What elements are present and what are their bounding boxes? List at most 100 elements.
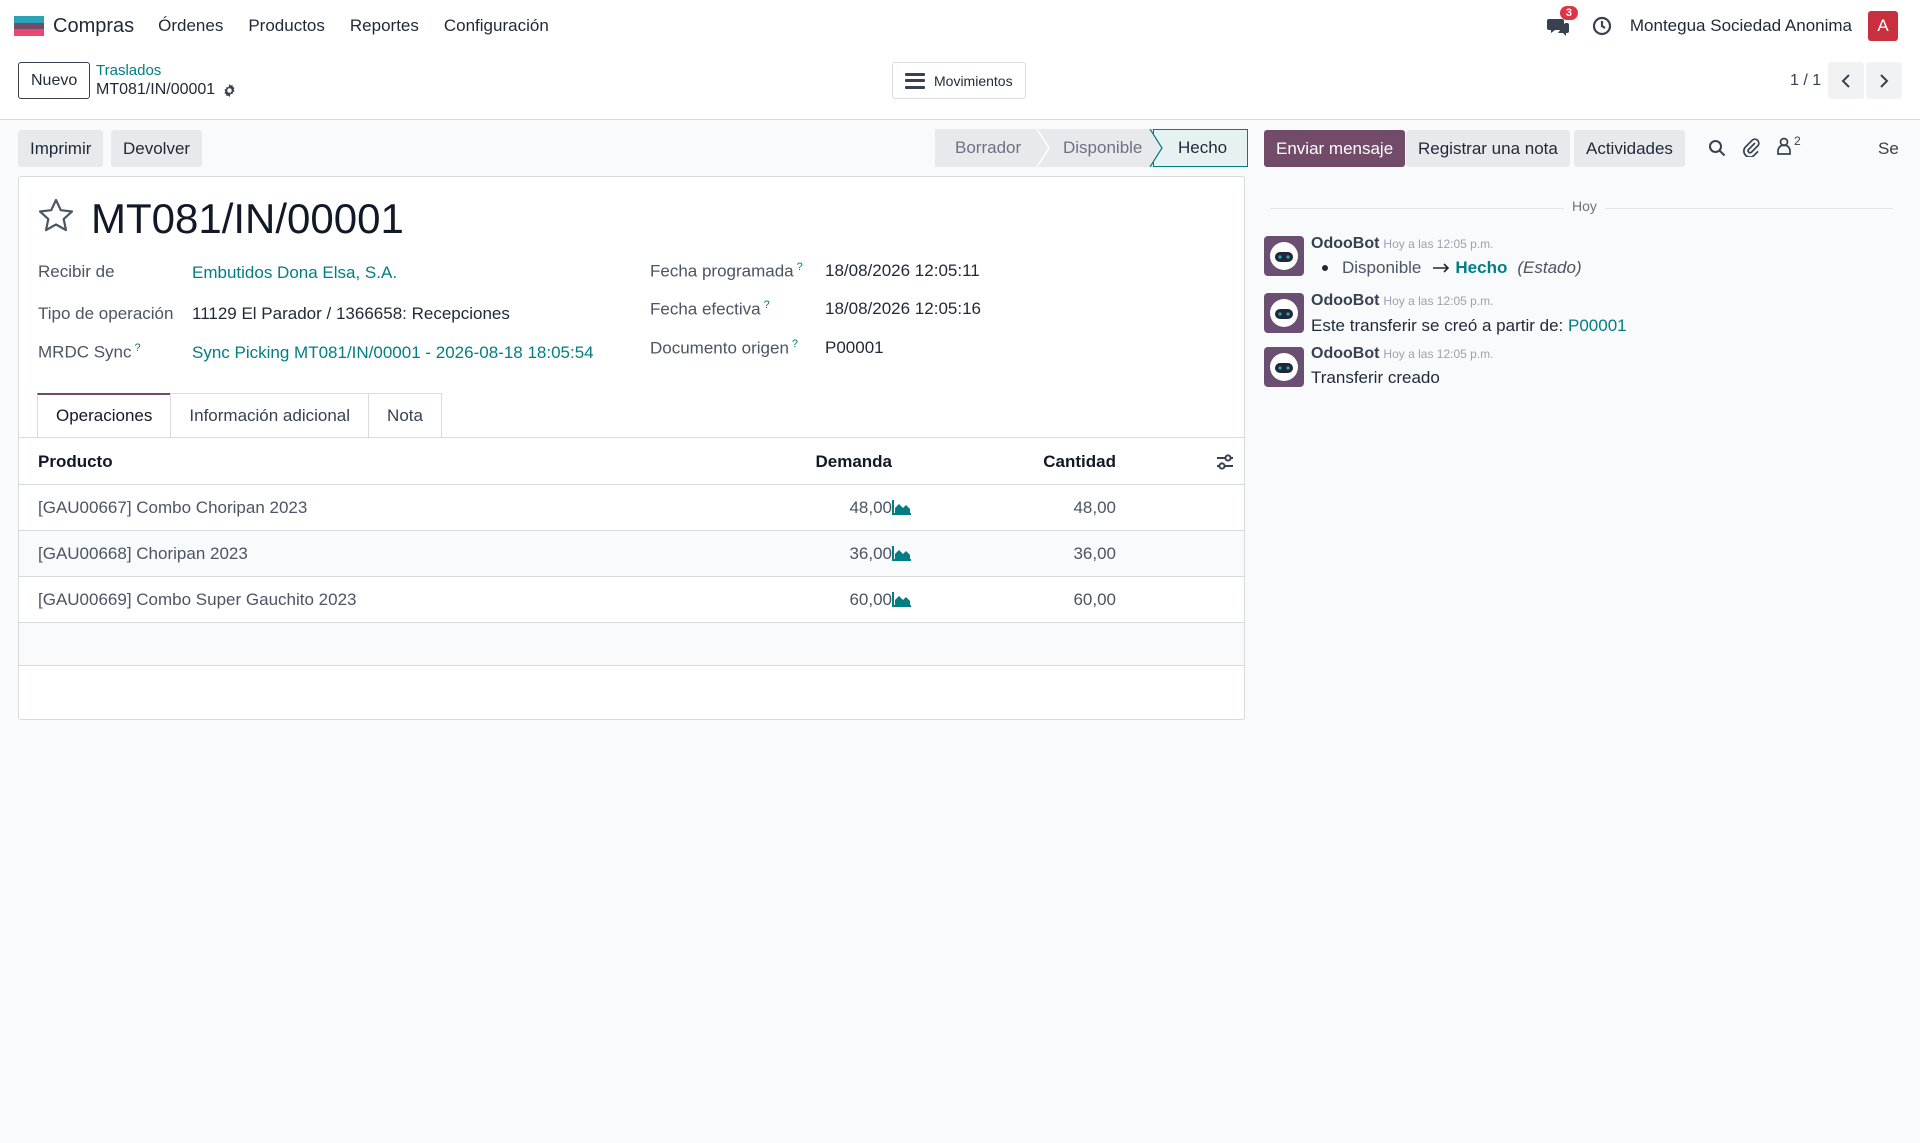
- stage-borrador[interactable]: Borrador: [935, 129, 1039, 167]
- odoobot-face: [1270, 242, 1298, 270]
- chevron-right-icon: [1880, 73, 1889, 88]
- table-row[interactable]: [GAU00668] Choripan 2023 36,00 36,00: [19, 530, 1244, 576]
- origin-document-label: Documento origen?: [650, 338, 798, 359]
- row-quantity: 48,00: [1073, 498, 1116, 517]
- table-bottom-border: [19, 665, 1244, 666]
- odoobot-face: [1270, 353, 1298, 381]
- gear-icon[interactable]: [222, 83, 237, 98]
- row-product: [GAU00669] Combo Super Gauchito 2023: [38, 590, 357, 609]
- moves-button[interactable]: Movimientos: [892, 62, 1026, 99]
- company-switcher[interactable]: Montegua Sociedad Anonima: [1630, 16, 1852, 36]
- tab-divider: [19, 437, 1244, 438]
- scheduled-date-label: Fecha programada?: [650, 261, 803, 282]
- origin-document-label-text: Documento origen: [650, 338, 789, 358]
- message-author-name[interactable]: OdooBot: [1311, 292, 1379, 309]
- column-header-demand[interactable]: Demanda: [800, 452, 892, 472]
- receive-from-link[interactable]: Embutidos Dona Elsa, S.A.: [192, 263, 397, 283]
- scheduled-date-label-text: Fecha programada: [650, 261, 794, 281]
- clock-icon[interactable]: [1592, 16, 1612, 36]
- stage-disponible[interactable]: Disponible: [1039, 129, 1153, 167]
- user-avatar[interactable]: A: [1868, 11, 1898, 41]
- breadcrumb-parent[interactable]: Traslados: [96, 62, 161, 79]
- tab-nota[interactable]: Nota: [368, 393, 442, 437]
- menu-configuracion[interactable]: Configuración: [444, 16, 549, 36]
- app-name[interactable]: Compras: [53, 15, 134, 38]
- breadcrumb-current-label: MT081/IN/00001: [96, 81, 216, 98]
- send-message-button[interactable]: Enviar mensaje: [1264, 130, 1406, 167]
- breadcrumb-current: MT081/IN/00001: [96, 81, 237, 99]
- menu-icon: [905, 72, 925, 89]
- notification-badge: 3: [1559, 6, 1579, 20]
- message-body: Este transferir se creó a partir de: P00…: [1311, 316, 1627, 336]
- row-product: [GAU00668] Choripan 2023: [38, 544, 248, 563]
- stage-hecho[interactable]: Hecho: [1153, 129, 1248, 167]
- message-author-name[interactable]: OdooBot: [1311, 345, 1379, 362]
- help-tooltip-icon[interactable]: ?: [764, 299, 770, 311]
- odoobot-avatar-icon[interactable]: [1264, 236, 1304, 276]
- mrdc-sync-label-text: MRDC Sync: [38, 342, 132, 362]
- print-button[interactable]: Imprimir: [18, 130, 104, 167]
- record-title: MT081/IN/00001: [91, 195, 404, 242]
- row-demand: 36,00: [849, 544, 892, 563]
- area-chart-icon[interactable]: [892, 499, 912, 515]
- effective-date-value[interactable]: 18/08/2026 12:05:16: [825, 299, 981, 319]
- pager-value[interactable]: 1 / 1: [1790, 72, 1821, 90]
- odoobot-face: [1270, 299, 1298, 327]
- effective-date-label: Fecha efectiva?: [650, 299, 770, 320]
- area-chart-icon[interactable]: [892, 591, 912, 607]
- row-demand: 48,00: [849, 498, 892, 517]
- column-header-product[interactable]: Producto: [38, 452, 113, 472]
- return-button[interactable]: Devolver: [111, 130, 203, 167]
- mrdc-sync-link[interactable]: Sync Picking MT081/IN/00001 - 2026-08-18…: [192, 343, 594, 363]
- origin-document-value[interactable]: P00001: [825, 338, 884, 358]
- message-date: Hoy a las 12:05 p.m.: [1383, 237, 1494, 251]
- tracking-new-value: Hecho: [1455, 258, 1508, 277]
- area-chart-icon[interactable]: [892, 545, 912, 561]
- menu-productos[interactable]: Productos: [248, 16, 325, 36]
- help-tooltip-icon[interactable]: ?: [135, 342, 141, 354]
- operation-type-value[interactable]: 11129 El Parador / 1366658: Recepciones: [192, 304, 510, 324]
- app-logo-icon[interactable]: [14, 16, 44, 36]
- tab-informacion-adicional[interactable]: Información adicional: [170, 393, 370, 437]
- star-icon[interactable]: [37, 197, 75, 235]
- search-icon[interactable]: [1708, 139, 1726, 157]
- message-text: Transferir creado: [1311, 368, 1440, 387]
- operation-type-label: Tipo de operación: [38, 304, 174, 323]
- table-row[interactable]: [GAU00667] Combo Choripan 2023 48,00 48,…: [19, 484, 1244, 530]
- pager-previous-button[interactable]: [1828, 62, 1864, 99]
- top-navbar: Compras Órdenes Productos Reportes Confi…: [0, 0, 1920, 52]
- tracking-old-value: Disponible: [1342, 258, 1422, 277]
- followers-count: 2: [1794, 134, 1801, 148]
- activities-button[interactable]: Actividades: [1574, 130, 1685, 167]
- bullet: [1322, 265, 1328, 271]
- followers-button[interactable]: 2: [1776, 134, 1801, 155]
- message-author: OdooBot Hoy a las 12:05 p.m.: [1311, 235, 1493, 253]
- odoobot-avatar-icon[interactable]: [1264, 347, 1304, 387]
- mrdc-sync-label: MRDC Sync?: [38, 342, 141, 363]
- help-tooltip-icon[interactable]: ?: [797, 261, 803, 273]
- menu-reportes[interactable]: Reportes: [350, 16, 419, 36]
- origin-link[interactable]: P00001: [1568, 316, 1627, 335]
- message-body: Disponible Hecho (Estado): [1311, 258, 1582, 278]
- odoobot-avatar-icon[interactable]: [1264, 293, 1304, 333]
- followers-icon: [1777, 137, 1791, 155]
- tab-operaciones[interactable]: Operaciones: [37, 393, 172, 437]
- settings-sliders-icon[interactable]: [1215, 452, 1235, 472]
- menu-ordenes[interactable]: Órdenes: [158, 16, 223, 36]
- moves-label: Movimientos: [934, 72, 1013, 89]
- table-row[interactable]: [GAU00669] Combo Super Gauchito 2023 60,…: [19, 576, 1244, 622]
- paperclip-icon[interactable]: [1742, 137, 1760, 157]
- scheduled-date-value[interactable]: 18/08/2026 12:05:11: [825, 261, 980, 281]
- notebook-tabs: Operaciones Información adicional Nota: [37, 393, 442, 437]
- form-sheet: MT081/IN/00001 Recibir de Embutidos Dona…: [18, 176, 1245, 720]
- messages-button[interactable]: 3: [1546, 6, 1579, 38]
- column-header-quantity[interactable]: Cantidad: [1025, 452, 1116, 472]
- message-author-name[interactable]: OdooBot: [1311, 235, 1379, 252]
- arrow-right-icon: [1433, 263, 1450, 273]
- pager-next-button[interactable]: [1866, 62, 1902, 99]
- tracking-field-name: (Estado): [1517, 258, 1582, 277]
- new-button[interactable]: Nuevo: [18, 62, 91, 99]
- help-tooltip-icon[interactable]: ?: [792, 338, 798, 350]
- log-note-button[interactable]: Registrar una nota: [1406, 130, 1570, 167]
- follow-button[interactable]: Seg: [1878, 139, 1898, 159]
